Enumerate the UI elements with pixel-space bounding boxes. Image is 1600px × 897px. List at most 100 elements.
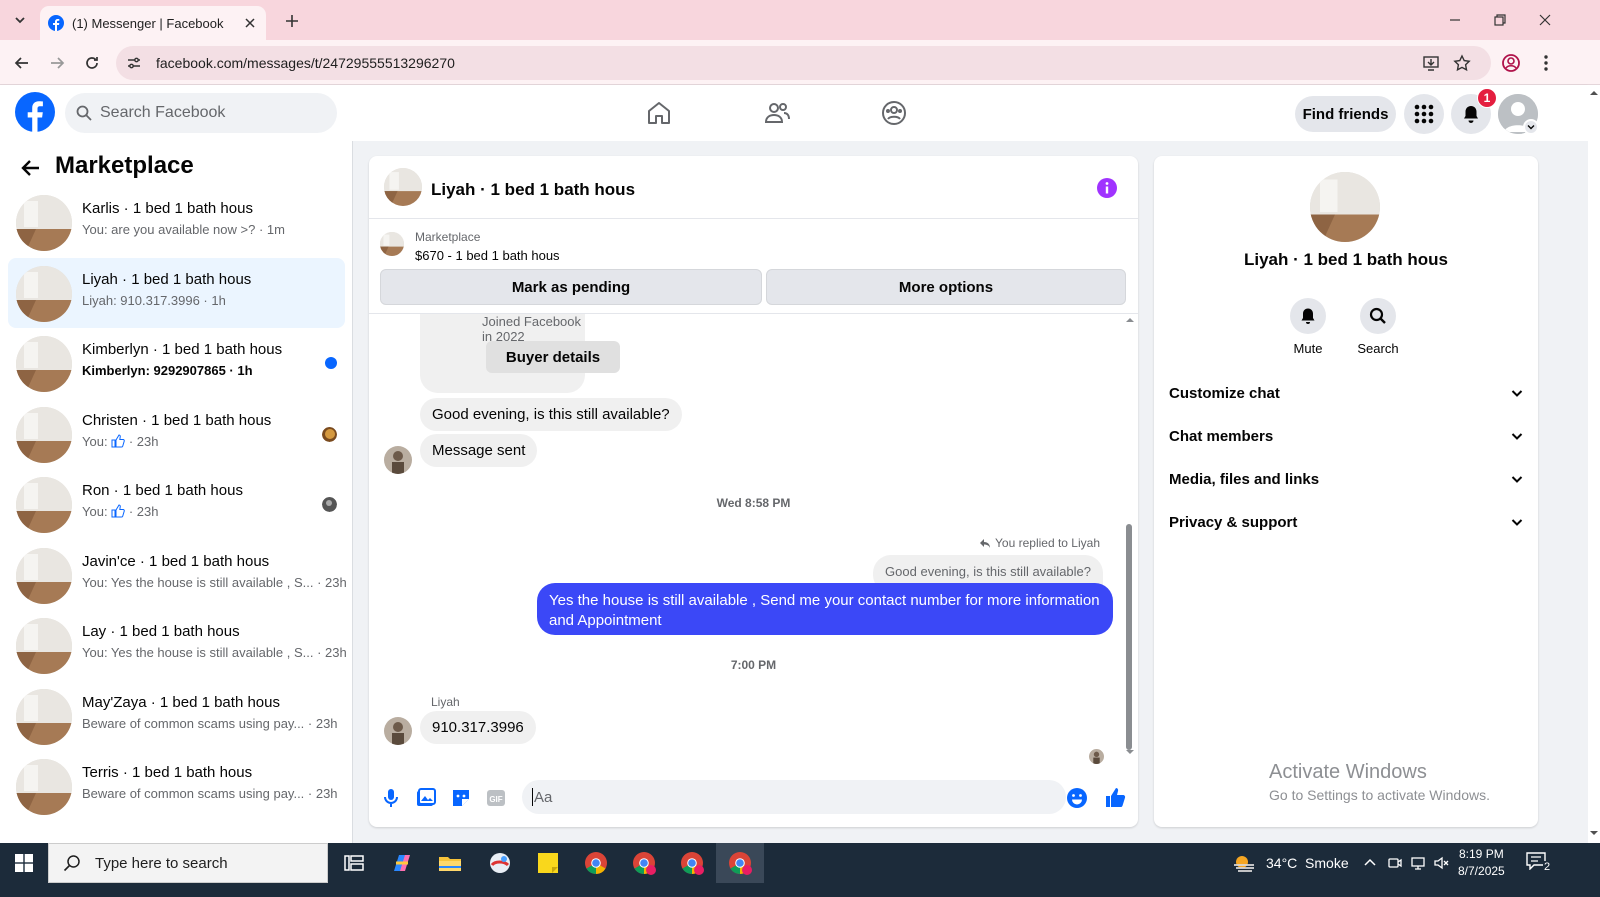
conversation-item[interactable]: Lay · 1 bed 1 bath hous You: Yes the hou… (8, 610, 347, 680)
conversation-item[interactable]: Karlis · 1 bed 1 bath hous You: are you … (8, 187, 345, 257)
browser-menu-icon[interactable] (1533, 50, 1559, 76)
task-view-icon[interactable] (340, 849, 368, 877)
buyer-details-button[interactable]: Buyer details (486, 341, 620, 373)
message-timestamp: Wed 8:58 PM (716, 496, 791, 510)
notification-center-icon[interactable]: 2 (1526, 852, 1552, 874)
message-thread[interactable]: Joined Facebook in 2022 Buyer details Go… (369, 314, 1138, 769)
network-icon[interactable] (1410, 855, 1426, 871)
chrome-profile-icon[interactable] (678, 849, 706, 877)
incoming-message[interactable]: Message sent (420, 434, 538, 467)
close-window-icon[interactable] (1531, 8, 1559, 32)
listing-thumbnail-large[interactable] (1310, 172, 1380, 242)
facebook-search-input[interactable]: Search Facebook (65, 93, 337, 133)
home-icon[interactable] (645, 99, 673, 127)
conversation-item[interactable]: Ron · 1 bed 1 bath hous You: · 23h (8, 469, 345, 539)
chrome-icon[interactable] (582, 849, 610, 877)
groups-icon[interactable] (880, 99, 908, 127)
restore-icon[interactable] (1486, 8, 1514, 32)
conversation-item[interactable]: Javin'ce · 1 bed 1 bath hous You: Yes th… (8, 540, 347, 610)
privacy-support-row[interactable]: Privacy & support (1169, 507, 1523, 537)
outgoing-message[interactable]: Yes the house is still available , Send … (537, 583, 1113, 635)
facebook-logo-icon[interactable] (15, 92, 55, 132)
new-tab-plus-icon[interactable] (281, 10, 303, 32)
tab-search-dropdown-icon[interactable] (9, 9, 31, 31)
conversation-preview: You: · 23h (82, 504, 158, 519)
microphone-icon[interactable] (380, 787, 402, 809)
conversation-item[interactable]: Terris · 1 bed 1 bath hous Beware of com… (8, 751, 345, 821)
preview-prefix: You: (82, 504, 108, 519)
buyer-profile-card: Joined Facebook in 2022 Buyer details (420, 314, 620, 393)
account-caret-icon[interactable] (1523, 119, 1539, 135)
tab-title: (1) Messenger | Facebook (72, 15, 224, 31)
conversation-item[interactable]: May'Zaya · 1 bed 1 bath hous Beware of c… (8, 681, 345, 751)
windows-start-icon[interactable] (0, 843, 48, 883)
emoji-icon[interactable] (1066, 787, 1088, 809)
back-arrow-icon[interactable] (9, 50, 35, 76)
message-input[interactable]: Aa (522, 780, 1066, 814)
incoming-message[interactable]: 910.317.3996 (420, 711, 536, 744)
menu-grid-icon[interactable] (1404, 94, 1444, 134)
listing-thumbnail[interactable] (380, 232, 404, 256)
back-arrow-icon[interactable] (20, 157, 42, 179)
incoming-message[interactable]: Good evening, is this still available? (420, 398, 682, 431)
forward-arrow-icon[interactable] (44, 50, 70, 76)
page-scrollbar[interactable] (1588, 85, 1600, 843)
weather-app-icon[interactable] (486, 849, 514, 877)
conversation-name: Lay · 1 bed 1 bath hous (82, 623, 240, 640)
photo-icon[interactable] (415, 787, 437, 809)
browser-profile-icon[interactable] (1498, 50, 1524, 76)
conversation-item-active[interactable]: Liyah · 1 bed 1 bath hous Liyah: 910.317… (8, 258, 345, 328)
clock-time: 8:19 PM (1459, 847, 1504, 861)
chrome-profile-icon[interactable] (630, 849, 658, 877)
listing-price-title[interactable]: $670 - 1 bed 1 bath hous (415, 248, 560, 263)
find-friends-button[interactable]: Find friends (1295, 96, 1396, 132)
taskbar-clock[interactable]: 8:19 PM 8/7/2025 (1458, 846, 1505, 880)
file-explorer-icon[interactable] (436, 849, 464, 877)
windows-taskbar: Type here to search 34°C Smoke 8:19 PM 8… (0, 843, 1600, 897)
show-hidden-icons-chevron-icon[interactable] (1362, 855, 1378, 871)
listing-thumbnail (16, 266, 72, 322)
friends-icon[interactable] (763, 99, 791, 127)
smoke-weather-icon (1234, 856, 1254, 872)
customize-chat-row[interactable]: Customize chat (1169, 378, 1523, 408)
chat-listing-thumbnail[interactable] (384, 168, 422, 206)
gif-icon[interactable]: GIF (485, 787, 507, 809)
weather-widget[interactable]: 34°C Smoke (1232, 843, 1349, 883)
install-app-icon[interactable] (1418, 50, 1444, 76)
sender-avatar[interactable] (384, 446, 412, 474)
thumbs-up-like-icon[interactable] (1105, 787, 1127, 809)
address-bar[interactable]: facebook.com/messages/t/2472955551329627… (116, 46, 1491, 80)
sender-avatar[interactable] (384, 717, 412, 745)
mute-button[interactable]: Mute (1278, 298, 1338, 356)
bookmark-star-icon[interactable] (1449, 50, 1475, 76)
chrome-profile-active-icon[interactable] (726, 849, 754, 877)
browser-tab[interactable]: (1) Messenger | Facebook (40, 6, 266, 40)
chat-title[interactable]: Liyah · 1 bed 1 bath hous (431, 180, 635, 200)
conversation-name: Kimberlyn · 1 bed 1 bath hous (82, 341, 283, 358)
meet-now-icon[interactable] (1387, 855, 1403, 871)
mark-as-pending-button[interactable]: Mark as pending (380, 269, 762, 305)
info-icon[interactable] (1097, 178, 1117, 198)
copilot-icon[interactable] (388, 849, 416, 877)
seen-avatar (322, 427, 337, 442)
messenger-page: Marketplace Karlis · 1 bed 1 bath hous Y… (0, 141, 1588, 843)
minimize-icon[interactable] (1441, 8, 1469, 32)
media-files-links-row[interactable]: Media, files and links (1169, 464, 1523, 494)
sticky-notes-icon[interactable] (534, 849, 562, 877)
taskbar-search-input[interactable]: Type here to search (48, 843, 328, 883)
chat-members-row[interactable]: Chat members (1169, 421, 1523, 451)
site-settings-icon[interactable] (126, 55, 142, 71)
weather-text: 34°C Smoke (1266, 855, 1349, 871)
conversation-preview: You: are you available now >? · 1m (82, 222, 285, 237)
volume-muted-icon[interactable] (1433, 855, 1449, 871)
sticker-icon[interactable] (450, 787, 472, 809)
conversation-item-unread[interactable]: Kimberlyn · 1 bed 1 bath hous Kimberlyn:… (8, 328, 345, 398)
tab-close-icon[interactable] (242, 15, 258, 31)
scrollbar-thumb[interactable] (1126, 524, 1132, 750)
reply-arrow-icon (980, 539, 991, 548)
activate-windows-watermark: Activate Windows Go to Settings to activ… (1269, 761, 1490, 803)
conversation-item[interactable]: Christen · 1 bed 1 bath hous You: · 23h (8, 399, 345, 469)
more-options-button[interactable]: More options (766, 269, 1126, 305)
reload-icon[interactable] (79, 50, 105, 76)
search-conversation-button[interactable]: Search (1348, 298, 1408, 356)
